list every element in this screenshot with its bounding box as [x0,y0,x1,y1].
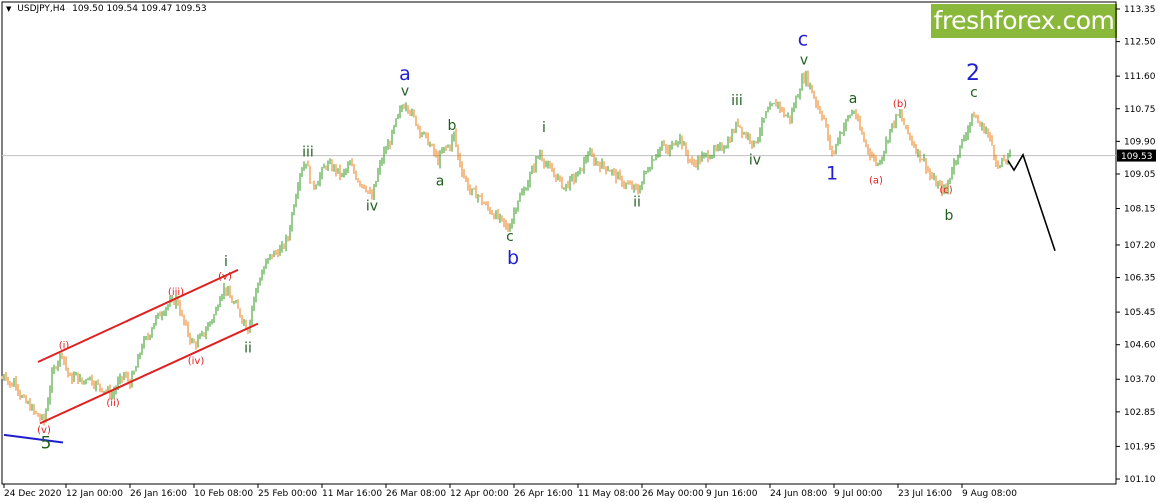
wave-annotations: 5(v)(i)(ii)(iii)(iv)(v)iiiiiiivvabacbiii… [3,28,1056,453]
price-chart[interactable]: 5(v)(i)(ii)(iii)(iv)(v)iiiiiiivvabacbiii… [0,0,1158,503]
wave-label: (ii) [106,398,119,409]
x-tick-label: 24 Jun 08:00 [770,489,827,499]
y-tick-label: 110.75 [1124,105,1156,115]
wave-label: (v) [218,271,232,282]
x-tick-label: 23 Jul 16:00 [898,489,952,499]
y-tick-label: 111.60 [1124,72,1156,82]
y-tick-label: 101.95 [1124,442,1156,452]
y-tick-label: 104.60 [1124,341,1156,351]
x-tick-label: 9 Jun 16:00 [706,489,758,499]
trend-line [3,433,64,444]
channel-line [39,322,259,425]
wave-label: (iv) [188,356,205,367]
x-tick-label: 26 Jan 16:00 [130,489,187,499]
wave-label: v [800,53,808,69]
price-axis: 113.35 112.50 111.60 110.75 109.90 109.05 108.… [3,5,1156,499]
wave-label: b [448,118,457,134]
x-tick-label: 10 Feb 08:00 [194,489,253,499]
wave-label: a [849,91,858,107]
wave-label: b [945,208,954,224]
y-tick-label: 105.45 [1124,308,1156,318]
wave-label: 1 [826,163,838,185]
wave-label: iii [731,93,743,109]
y-tick-label: 108.15 [1124,205,1156,215]
x-tick-label: 11 May 08:00 [578,489,640,499]
wave-label: (i) [59,341,70,352]
wave-label: 5 [41,433,52,453]
x-tick-label: 11 Mar 16:00 [322,489,382,499]
forecast-path [1007,152,1056,251]
wave-label: (c) [939,185,952,196]
x-tick-label: 25 Feb 00:00 [258,489,317,499]
y-tick-label: 112.50 [1124,38,1156,48]
chart-frame [1,1,1117,485]
wave-label: a [399,63,411,85]
y-tick-label: 109.05 [1124,170,1156,180]
x-tick-label: 9 Aug 08:00 [962,489,1017,499]
wave-label: (a) [869,176,883,187]
x-tick-label: 12 Apr 00:00 [450,489,509,499]
wave-label: i [542,120,546,136]
x-tick-label: 12 Jan 00:00 [66,489,123,499]
wave-label: a [436,173,445,189]
wave-label: (b) [893,99,907,110]
wave-label: ii [244,340,252,356]
x-tick-label: 24 Dec 2020 [4,489,62,499]
wave-label: ii [633,195,641,211]
wave-label: iv [366,198,378,214]
wave-label: (iii) [168,287,184,298]
wave-label: iv [749,152,761,168]
plot-border [1,1,1117,485]
y-tick-label: 113.35 [1124,5,1156,15]
y-tick-label: 106.35 [1124,274,1156,284]
x-tick-label: 26 Mar 08:00 [386,489,446,499]
wave-label: 2 [966,61,980,86]
x-tick-label: 26 Apr 16:00 [514,489,573,499]
y-tick-label: 109.90 [1124,137,1156,147]
y-tick-label: 102.85 [1124,408,1156,418]
current-price-value: 109.53 [1121,152,1153,162]
x-tick-label: 9 Jul 00:00 [834,489,883,499]
wave-label: v [401,83,409,99]
y-tick-label: 107.20 [1124,241,1156,251]
y-tick-label: 103.70 [1124,375,1156,385]
y-tick-label: 101.10 [1124,475,1156,485]
wave-label: c [798,28,808,50]
wave-label: c [970,85,978,101]
wave-label: b [507,247,519,269]
wave-label: i [224,254,228,270]
wave-label: (v) [37,425,51,436]
wave-label: c [506,229,514,245]
x-tick-label: 26 May 00:00 [642,489,704,499]
wave-label: iii [302,145,314,161]
